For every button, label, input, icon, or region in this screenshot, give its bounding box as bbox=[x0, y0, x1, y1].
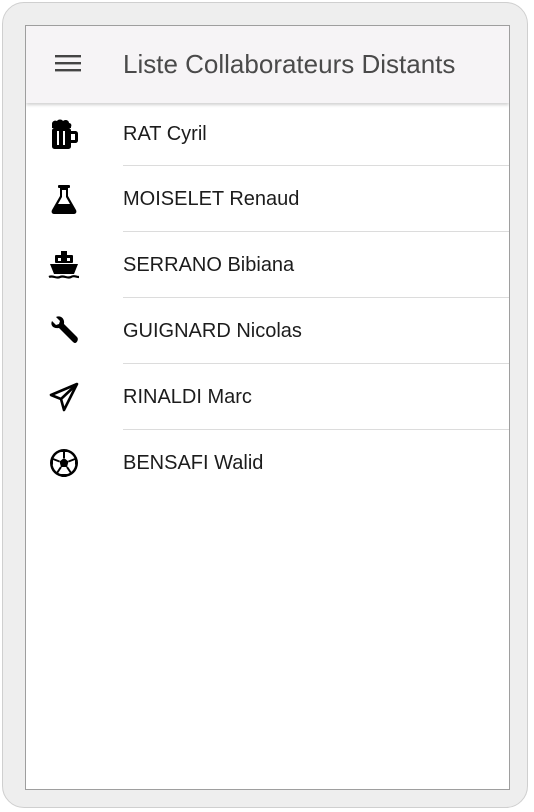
ship-icon bbox=[48, 249, 80, 281]
collaborator-list: RAT Cyril MOISELET Renaud SERRANO Bibian… bbox=[26, 103, 509, 496]
paper-plane-icon bbox=[48, 381, 80, 413]
collaborator-name: SERRANO Bibiana bbox=[123, 254, 295, 276]
list-item[interactable]: GUIGNARD Nicolas bbox=[26, 298, 509, 364]
beer-mug-icon bbox=[48, 119, 80, 151]
collaborator-name: RINALDI Marc bbox=[123, 386, 252, 408]
list-item[interactable]: MOISELET Renaud bbox=[26, 166, 509, 232]
flask-icon bbox=[48, 183, 80, 215]
collaborator-name: BENSAFI Walid bbox=[123, 452, 264, 474]
app-screen: Liste Collaborateurs Distants RAT Cyril bbox=[25, 25, 510, 790]
list-item[interactable]: BENSAFI Walid bbox=[26, 430, 509, 496]
page-title: Liste Collaborateurs Distants bbox=[123, 49, 456, 79]
collaborator-name: GUIGNARD Nicolas bbox=[123, 320, 302, 342]
app-bar: Liste Collaborateurs Distants bbox=[26, 26, 509, 103]
device-frame: Liste Collaborateurs Distants RAT Cyril bbox=[2, 2, 528, 808]
menu-icon bbox=[55, 53, 81, 78]
menu-button[interactable] bbox=[50, 49, 86, 81]
list-item[interactable]: SERRANO Bibiana bbox=[26, 232, 509, 298]
collaborator-name: RAT Cyril bbox=[123, 123, 207, 145]
wrench-icon bbox=[48, 315, 80, 347]
list-item[interactable]: RINALDI Marc bbox=[26, 364, 509, 430]
list-item[interactable]: RAT Cyril bbox=[26, 103, 509, 166]
soccer-ball-icon bbox=[48, 447, 80, 479]
collaborator-name: MOISELET Renaud bbox=[123, 188, 300, 210]
